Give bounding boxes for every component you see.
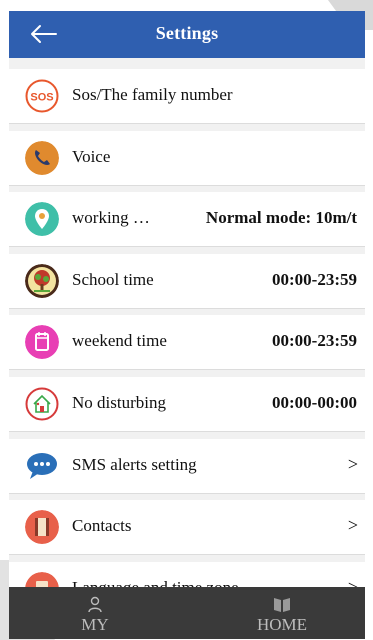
settings-row-label: School time [72,270,154,289]
settings-screen: Settings SOS Sos/The family number Voice [9,11,365,587]
settings-row-contacts[interactable]: Contacts > [9,500,365,555]
settings-row-value: Normal mode: 10m/t [205,208,357,227]
chevron-right-icon: > [347,454,358,474]
chat-bubble-icon [25,449,59,483]
tab-label: MY [81,615,109,634]
settings-row-label: weekend time [72,331,167,350]
settings-row-label: working … [72,208,150,227]
book-icon [274,598,290,612]
bottom-tab-bar: MY HOME [9,587,365,639]
settings-row-school-time[interactable]: School time 00:00-23:59 [9,254,365,309]
location-pin-icon [25,202,59,236]
chevron-right-icon: > [347,515,358,535]
settings-row-weekend-time[interactable]: weekend time 00:00-23:59 [9,315,365,370]
header-bar: Settings [9,11,365,58]
settings-row-label: Contacts [72,516,132,535]
settings-row-label: SMS alerts setting [72,455,197,474]
settings-row-no-disturbing[interactable]: No disturbing 00:00-00:00 [9,377,365,432]
sos-icon: SOS [25,79,59,113]
house-icon [25,387,59,421]
chevron-right-icon: > [347,577,358,587]
person-icon [88,596,102,613]
settings-row-working-mode[interactable]: working … Normal mode: 10m/t [9,192,365,247]
settings-row-value: 00:00-23:59 [272,331,357,350]
tab-label: HOME [256,615,308,634]
settings-row-value: 00:00-23:59 [272,270,357,289]
calendar-icon [25,325,59,359]
tree-icon [25,264,59,298]
contacts-book-icon [25,510,59,544]
settings-row-label: Sos/The family number [72,85,233,104]
settings-row-sms-alerts[interactable]: SMS alerts setting > [9,439,365,494]
svg-text:SOS: SOS [30,92,53,104]
settings-row-language[interactable]: Language and time zone > [9,562,365,587]
settings-row-sos[interactable]: SOS Sos/The family number [9,69,365,124]
settings-row-label: No disturbing [72,393,166,412]
settings-row-value: 00:00-00:00 [272,393,357,412]
page-title: Settings [155,23,219,43]
tab-my[interactable]: MY [35,587,155,639]
globe-icon [25,572,59,587]
settings-row-label: Voice [72,147,111,166]
phone-icon [25,141,59,175]
settings-row-label: Language and time zone [72,578,239,587]
tab-home[interactable]: HOME [222,587,342,639]
settings-row-voice[interactable]: Voice [9,131,365,186]
